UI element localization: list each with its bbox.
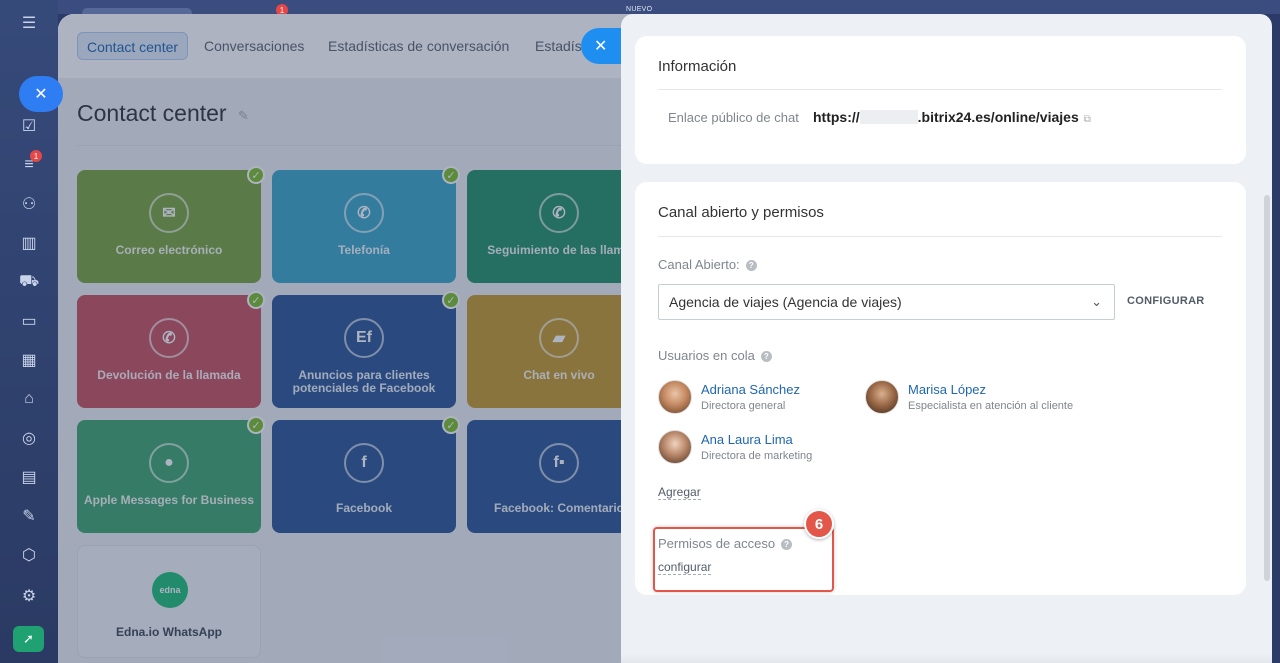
- public-link-prefix: https://: [813, 109, 860, 125]
- tab-contact-center[interactable]: Contact center: [77, 32, 189, 60]
- settings-slider: Información Enlace público de chat https…: [621, 14, 1272, 663]
- tile-label: Edna.io WhatsApp: [116, 626, 222, 639]
- inbox-icon[interactable]: ▭: [19, 311, 39, 331]
- tile-edna-whatsapp[interactable]: edna Edna.io WhatsApp: [77, 545, 261, 658]
- tile-label: Anuncios para clientes potenciales de Fa…: [292, 369, 436, 395]
- masked-domain: [859, 110, 918, 124]
- tab-bar: Contact center Conversaciones Estadístic…: [58, 14, 658, 78]
- check-icon: ✓: [247, 291, 265, 309]
- tile-email[interactable]: ✉ Correo electrónico ✓: [77, 166, 265, 283]
- external-link-icon[interactable]: ⧉: [1084, 114, 1091, 125]
- tile-facebook-leads[interactable]: Ef Anuncios para clientes potenciales de…: [272, 291, 460, 408]
- configure-button[interactable]: CONFIGURAR: [1127, 295, 1205, 307]
- check-icon: ✓: [442, 291, 460, 309]
- chat-icon: ▰: [539, 318, 579, 358]
- facebook-comments-icon: f▪: [539, 443, 579, 483]
- user-role: Especialista en atención al cliente: [908, 400, 1074, 412]
- left-close-icon[interactable]: ✕: [19, 76, 63, 112]
- highlight-box: [653, 527, 834, 592]
- facebook-icon: f: [344, 443, 384, 483]
- robot-icon[interactable]: ⚇: [19, 194, 39, 214]
- phone-icon: ✆: [344, 193, 384, 233]
- user-name-link[interactable]: Ana Laura Lima: [701, 432, 793, 447]
- tile-label: Correo electrónico: [115, 244, 223, 257]
- tasks-icon[interactable]: ☑: [19, 116, 39, 136]
- callback-icon: ✆: [149, 318, 189, 358]
- channel-card: Canal abierto y permisos Canal Abierto:?…: [635, 182, 1246, 595]
- tile-callback[interactable]: ✆ Devolución de la llamada ✓: [77, 291, 265, 408]
- scrollbar[interactable]: [1264, 195, 1270, 581]
- chevron-down-icon: ⌄: [1091, 294, 1102, 309]
- queue-label: Usuarios en cola?: [658, 348, 772, 363]
- pin-icon[interactable]: ✎: [238, 108, 249, 124]
- open-channel-label-text: Canal Abierto:: [658, 257, 740, 272]
- tile-label: Facebook: [335, 502, 392, 515]
- avatar: [658, 380, 692, 414]
- check-icon: ✓: [442, 166, 460, 184]
- open-channel-select[interactable]: Agencia de viajes (Agencia de viajes) ⌄: [658, 284, 1115, 320]
- settings-icon[interactable]: ⚙: [19, 586, 39, 606]
- menu-icon[interactable]: ☰: [19, 13, 39, 33]
- call-tracking-icon: ✆: [539, 193, 579, 233]
- notification-badge: 1: [30, 150, 42, 162]
- help-icon[interactable]: ?: [760, 351, 772, 362]
- page-title: Contact center: [77, 100, 227, 126]
- check-icon: ✓: [442, 416, 460, 434]
- open-channel-label: Canal Abierto:?: [658, 257, 757, 272]
- user-name-link[interactable]: Adriana Sánchez: [701, 382, 800, 397]
- tile-label: Apple Messages for Business: [83, 494, 255, 507]
- tab-estadisticas-conversacion[interactable]: Estadísticas de conversación: [319, 32, 518, 60]
- close-icon: ✕: [594, 38, 608, 55]
- contact-center-panel: Contact center Conversaciones Estadístic…: [58, 14, 658, 663]
- help-icon[interactable]: ?: [745, 260, 757, 271]
- tile-telephony[interactable]: ✆ Telefonía ✓: [272, 166, 460, 283]
- public-link-value[interactable]: https:// .bitrix24.es/online/viajes ⧉: [813, 109, 1091, 125]
- calendar-icon[interactable]: ▦: [19, 350, 39, 370]
- add-user-link[interactable]: Agregar: [658, 485, 701, 500]
- divider: [658, 236, 1222, 237]
- public-link-suffix: .bitrix24.es/online/viajes: [917, 109, 1079, 125]
- tab-conversaciones[interactable]: Conversaciones: [195, 32, 313, 60]
- divider: [658, 89, 1222, 90]
- box-icon[interactable]: ⬡: [19, 545, 39, 565]
- top-new-label: NUEVO: [626, 6, 653, 13]
- edna-logo-icon: edna: [152, 572, 188, 608]
- open-channel-value: Agencia de viajes (Agencia de viajes): [669, 294, 902, 310]
- channel-card-title: Canal abierto y permisos: [658, 204, 824, 221]
- info-card-title: Información: [658, 58, 737, 75]
- document-icon[interactable]: ▤: [19, 467, 39, 487]
- facebook-form-icon: Ef: [344, 318, 384, 358]
- message-bubble-icon: ●: [149, 443, 189, 483]
- user-role: Directora de marketing: [701, 450, 813, 462]
- top-header: [58, 0, 1280, 14]
- queue-label-text: Usuarios en cola: [658, 348, 755, 363]
- tile-label: Telefonía: [338, 244, 390, 257]
- target-icon[interactable]: ◎: [19, 428, 39, 448]
- store-icon[interactable]: ⌂: [19, 389, 39, 409]
- info-card: Información Enlace público de chat https…: [635, 36, 1246, 164]
- avatar: [865, 380, 899, 414]
- check-icon: ✓: [247, 416, 265, 434]
- queue-user: Adriana Sánchez Directora general: [658, 380, 858, 418]
- queue-user: Marisa López Especialista en atención al…: [865, 380, 1125, 418]
- rocket-icon[interactable]: ➚: [13, 626, 44, 652]
- tile-label: Devolución de la llamada: [97, 369, 241, 382]
- tile-apple-messages[interactable]: ● Apple Messages for Business ✓: [77, 416, 265, 533]
- step-badge: 6: [804, 509, 834, 539]
- public-link-label: Enlace público de chat: [668, 110, 799, 125]
- check-icon: ✓: [247, 166, 265, 184]
- sign-icon[interactable]: ✎: [19, 506, 39, 526]
- tile-facebook[interactable]: f Facebook ✓: [272, 416, 460, 533]
- user-name-link[interactable]: Marisa López: [908, 382, 986, 397]
- user-role: Directora general: [701, 400, 786, 412]
- envelope-icon: ✉: [149, 193, 189, 233]
- cart-icon[interactable]: ⛟: [19, 272, 39, 292]
- divider: [77, 145, 637, 146]
- avatar: [658, 430, 692, 464]
- queue-user: Ana Laura Lima Directora de marketing: [658, 430, 858, 468]
- bottom-shade: [621, 654, 1272, 663]
- analytics-icon[interactable]: ▥: [19, 233, 39, 253]
